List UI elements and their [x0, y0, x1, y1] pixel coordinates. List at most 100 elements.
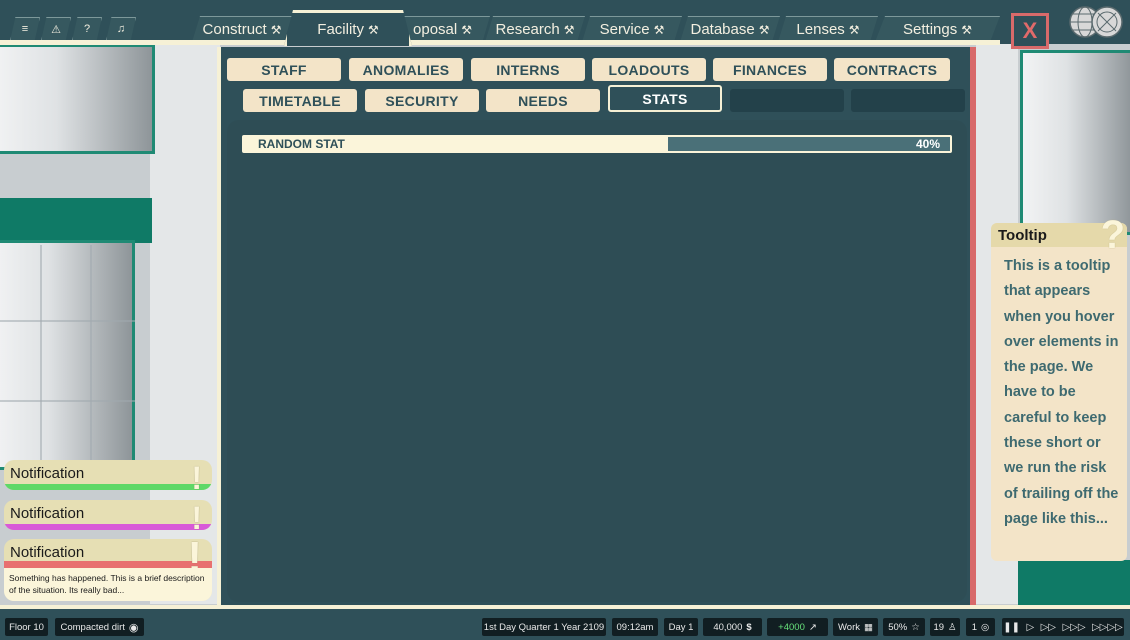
help-icon[interactable]: ?: [72, 17, 102, 41]
tab-facility[interactable]: Facility ⚒: [284, 10, 412, 46]
tab-service[interactable]: Service ⚒: [582, 16, 682, 42]
tab-label: oposal: [413, 21, 458, 38]
notification-title: Notification: [10, 505, 85, 522]
stat-label: RANDOM STAT: [258, 137, 345, 151]
subtab-needs[interactable]: NEEDS: [486, 89, 600, 112]
subtab-timetable[interactable]: TIMETABLE: [243, 89, 357, 112]
tooltip-body: This is a tooltip that appears when you …: [1004, 258, 1119, 527]
money-value: 40,000: [713, 621, 743, 633]
pause-icon[interactable]: ❚❚: [1003, 622, 1020, 633]
person-icon: ♙: [948, 621, 957, 633]
window: [0, 44, 155, 154]
exclamation-icon: !: [191, 500, 202, 530]
money-display: 40,000 $: [703, 618, 762, 636]
day-display: Day 1: [664, 618, 698, 636]
mode-label: Work: [838, 621, 860, 633]
menu-icon[interactable]: ≡: [10, 17, 40, 41]
stat-progress-bar: [668, 137, 950, 151]
tab-label: Lenses: [796, 21, 845, 38]
question-mark-icon: ?: [1100, 213, 1125, 257]
staff-count-value: 19: [933, 621, 945, 633]
notification[interactable]: Notification !: [4, 500, 212, 530]
notification-accent-bar: [4, 524, 212, 530]
faster-forward-icon[interactable]: ▷▷▷: [1062, 622, 1085, 633]
subtab-empty: [851, 89, 965, 112]
bottom-divider: [0, 605, 1130, 609]
globe-logo-icon[interactable]: [1068, 5, 1126, 39]
time-display: 09:12am: [612, 618, 658, 636]
notification-title: Notification: [10, 544, 85, 561]
floor-indicator[interactable]: Floor 10: [5, 618, 48, 636]
star-icon: ☆: [911, 621, 920, 633]
awning: [1018, 560, 1130, 605]
notification-accent-bar: [4, 484, 212, 490]
notification[interactable]: Notification !: [4, 460, 212, 490]
fast-forward-icon[interactable]: ▷▷: [1041, 622, 1056, 633]
tooltip: Tooltip ? This is a tooltip that appears…: [991, 213, 1127, 561]
top-divider: [0, 40, 1000, 45]
stats-content: [227, 120, 967, 602]
subtab-loadouts[interactable]: LOADOUTS: [592, 58, 706, 81]
panel-border-accent: [970, 47, 976, 607]
subtab-finances[interactable]: FINANCES: [713, 58, 827, 81]
anomaly-count-value: 1: [971, 621, 977, 633]
tab-label: Construct: [202, 21, 267, 38]
exclamation-icon: !: [191, 460, 202, 490]
tab-research[interactable]: Research ⚒: [485, 16, 585, 42]
tooltip-title: Tooltip: [998, 227, 1047, 244]
tab-label: Research: [495, 21, 560, 38]
hammer-wrench-icon: ⚒: [961, 22, 972, 37]
tab-label: Facility: [317, 21, 364, 38]
hammer-wrench-icon: ⚒: [563, 22, 575, 37]
stat-percent: 40%: [915, 137, 940, 151]
play-icon[interactable]: ▷: [1026, 622, 1034, 633]
stat-row: RANDOM STAT 40%: [242, 135, 952, 153]
fastest-forward-icon[interactable]: ▷▷▷▷: [1092, 622, 1123, 633]
notification-description: Something has happened. This is a brief …: [4, 568, 212, 601]
subtab-contracts[interactable]: CONTRACTS: [834, 58, 950, 81]
top-nav-bar: ≡ ⚠ ? ♫ Construct ⚒ oposal ⚒ Research ⚒ …: [0, 0, 1130, 46]
percent-display[interactable]: 50% ☆: [883, 618, 925, 636]
anomaly-count-display[interactable]: 1 ◎: [966, 618, 995, 636]
close-button[interactable]: X: [1011, 13, 1049, 49]
tab-database[interactable]: Database ⚒: [680, 16, 780, 42]
staff-count-display[interactable]: 19 ♙: [930, 618, 960, 636]
hammer-wrench-icon: ⚒: [270, 22, 282, 37]
awning: [0, 198, 152, 243]
income-display: +4000 ↗: [767, 618, 828, 636]
notification-title: Notification: [10, 465, 85, 482]
hammer-wrench-icon: ⚒: [461, 22, 472, 37]
notification-accent-bar: [4, 561, 212, 568]
income-value: +4000: [778, 621, 805, 633]
subtab-staff[interactable]: STAFF: [227, 58, 341, 81]
terrain-label: Compacted dirt: [60, 621, 125, 633]
date-display: 1st Day Quarter 1 Year 2109: [482, 618, 606, 636]
subtab-security[interactable]: SECURITY: [365, 89, 479, 112]
window: [1020, 50, 1130, 235]
tab-construct[interactable]: Construct ⚒: [192, 16, 292, 42]
warning-icon[interactable]: ⚠: [41, 17, 71, 41]
mode-display[interactable]: Work ▦: [833, 618, 878, 636]
subtab-empty: [730, 89, 844, 112]
terrain-indicator[interactable]: Compacted dirt ◉: [55, 618, 144, 636]
eye-icon: ◉: [128, 621, 139, 634]
dollar-icon: $: [746, 621, 752, 633]
tab-label: Database: [690, 21, 755, 38]
calendar-icon: ▦: [864, 621, 873, 633]
hammer-wrench-icon: ⚒: [758, 22, 770, 37]
tab-label: Service: [599, 21, 650, 38]
tab-lenses[interactable]: Lenses ⚒: [778, 16, 878, 42]
notification-expanded[interactable]: Notification ! Something has happened. T…: [4, 539, 212, 601]
hammer-wrench-icon: ⚒: [653, 22, 665, 37]
percent-value: 50%: [888, 621, 908, 633]
speed-controls: ❚❚ ▷ ▷▷ ▷▷▷ ▷▷▷▷: [1002, 618, 1124, 636]
subtab-anomalies[interactable]: ANOMALIES: [349, 58, 463, 81]
hammer-wrench-icon: ⚒: [367, 22, 379, 37]
subtab-interns[interactable]: INTERNS: [471, 58, 585, 81]
tab-settings[interactable]: Settings ⚒: [875, 16, 1000, 42]
trend-up-icon: ↗: [808, 621, 817, 633]
anomaly-icon: ◎: [981, 621, 990, 633]
bell-icon[interactable]: ♫: [106, 17, 136, 41]
subtab-stats[interactable]: STATS: [608, 85, 722, 112]
tab-label: Settings: [903, 21, 958, 38]
